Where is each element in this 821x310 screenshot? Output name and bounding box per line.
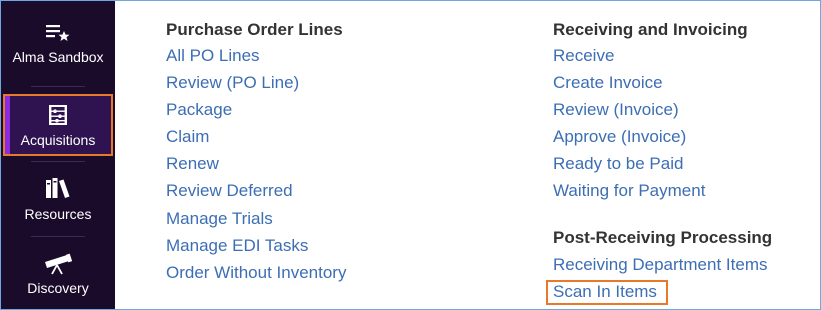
scan-in-items-highlight (546, 280, 668, 305)
sidebar-divider (31, 236, 85, 237)
menu-link-approve-invoice[interactable]: Approve (Invoice) (553, 127, 686, 147)
books-icon (1, 177, 115, 199)
menu-link-receiving-department-items[interactable]: Receiving Department Items (553, 255, 767, 275)
sidebar-divider (31, 86, 85, 87)
menu-link-manage-edi-tasks[interactable]: Manage EDI Tasks (166, 236, 308, 256)
sidebar-item-label: Discovery (27, 280, 89, 296)
list-star-icon (1, 21, 115, 43)
menu-link-claim[interactable]: Claim (166, 127, 209, 147)
menu-link-ready-to-be-paid[interactable]: Ready to be Paid (553, 154, 683, 174)
sidebar-item-acquisitions[interactable]: Acquisitions (3, 94, 113, 156)
sidebar-item-label: Acquisitions (20, 132, 96, 148)
sidebar-item-label: Resources (24, 206, 92, 222)
menu-link-manage-trials[interactable]: Manage Trials (166, 209, 273, 229)
sidebar-item-label: Alma Sandbox (12, 49, 104, 65)
abacus-icon (5, 104, 111, 126)
menu-link-all-po-lines[interactable]: All PO Lines (166, 46, 260, 66)
section-heading: Receiving and Invoicing (553, 20, 748, 39)
menu-link-review-deferred[interactable]: Review Deferred (166, 181, 293, 201)
sidebar-item-alma-sandbox[interactable]: Alma Sandbox (1, 1, 115, 65)
sidebar-item-resources[interactable]: Resources (1, 167, 115, 231)
menu-link-package[interactable]: Package (166, 100, 232, 120)
sidebar-item-discovery[interactable]: Discovery (1, 241, 115, 305)
menu-link-waiting-for-payment[interactable]: Waiting for Payment (553, 181, 705, 201)
menu-link-receive[interactable]: Receive (553, 46, 614, 66)
section-heading: Purchase Order Lines (166, 20, 343, 39)
sidebar: Alma Sandbox Acquisitions Resources Disc… (1, 1, 115, 309)
menu-link-review-po-line[interactable]: Review (PO Line) (166, 73, 299, 93)
menu-link-review-invoice[interactable]: Review (Invoice) (553, 100, 679, 120)
menu-link-renew[interactable]: Renew (166, 154, 219, 174)
menu-link-create-invoice[interactable]: Create Invoice (553, 73, 663, 93)
telescope-icon (1, 253, 115, 275)
sidebar-divider (31, 161, 85, 162)
section-heading-post-receiving: Post-Receiving Processing (553, 228, 773, 247)
menu-link-order-without-inventory[interactable]: Order Without Inventory (166, 263, 346, 283)
